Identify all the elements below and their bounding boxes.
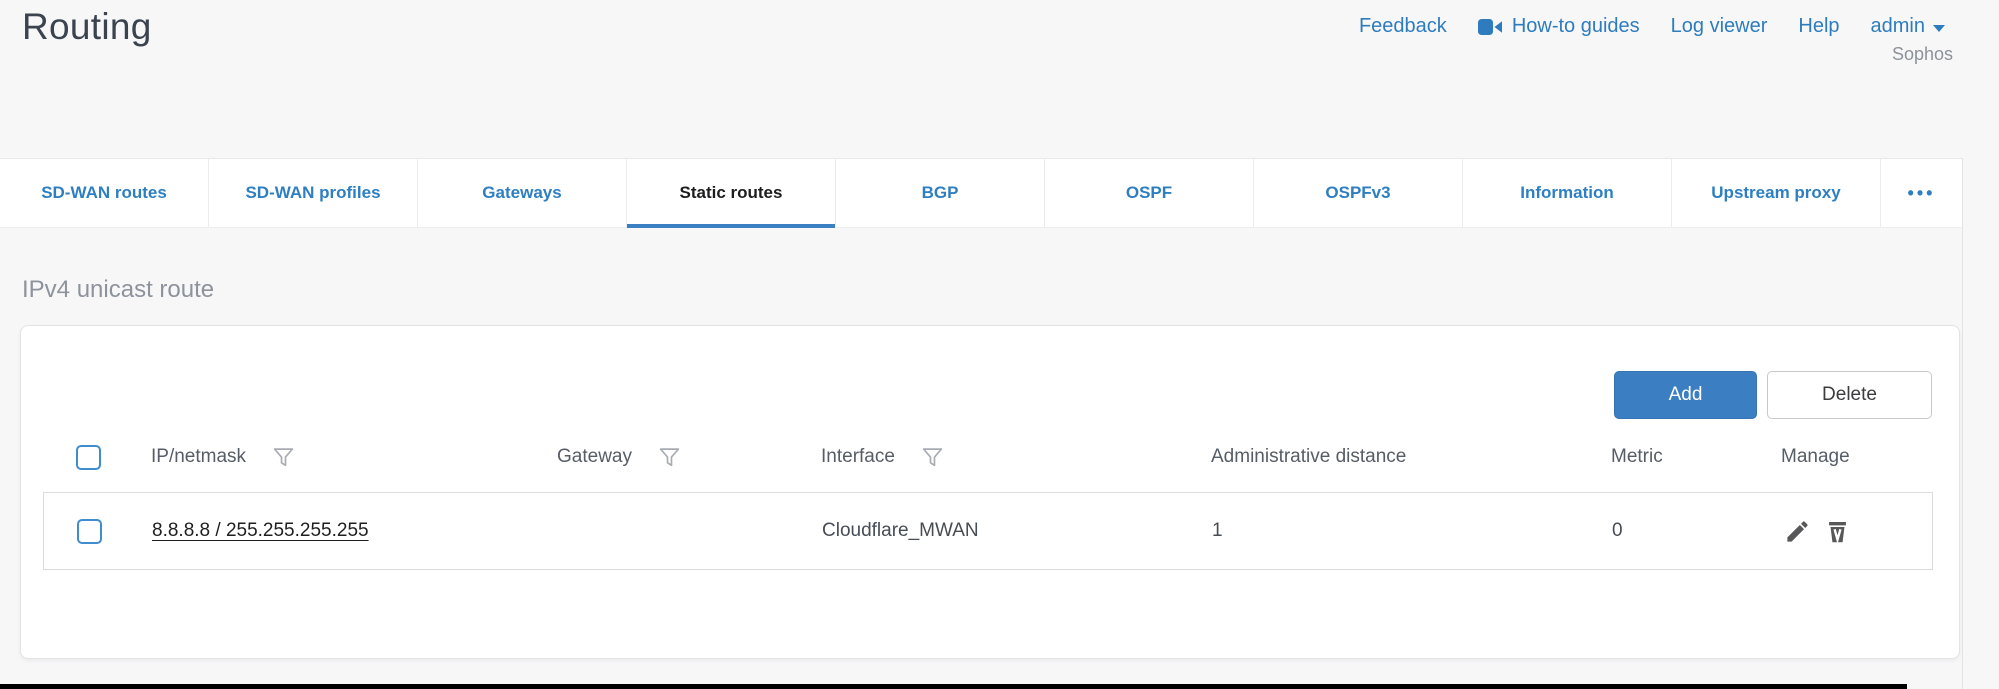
col-header-gateway: Gateway (537, 446, 801, 469)
tab-information[interactable]: Information (1463, 159, 1672, 227)
content-right-divider (1962, 158, 1963, 689)
more-tabs-button[interactable]: ••• (1881, 159, 1962, 227)
video-camera-icon (1478, 19, 1502, 35)
feedback-link[interactable]: Feedback (1359, 15, 1447, 38)
metric-cell: 0 (1592, 520, 1762, 542)
section-heading: IPv4 unicast route (22, 276, 214, 304)
row-checkbox[interactable] (77, 519, 102, 544)
tab-upstream-proxy[interactable]: Upstream proxy (1672, 159, 1881, 227)
tab-gateways[interactable]: Gateways (418, 159, 627, 227)
interface-cell: Cloudflare_MWAN (802, 520, 1192, 542)
filter-funnel-icon[interactable] (921, 446, 944, 469)
table-header-row: IP/netmask Gateway Interface (43, 432, 1933, 482)
tab-sdwan-routes[interactable]: SD-WAN routes (0, 159, 209, 227)
help-link[interactable]: Help (1798, 15, 1839, 38)
col-header-label: Gateway (557, 446, 632, 468)
col-header-administrative-distance: Administrative distance (1191, 446, 1591, 468)
col-header-label: Manage (1781, 446, 1850, 468)
select-all-cell (43, 445, 131, 470)
table-row: 8.8.8.8 / 255.255.255.255 Cloudflare_MWA… (43, 492, 1933, 570)
col-header-label: Metric (1611, 446, 1663, 468)
bottom-black-bar (0, 684, 1907, 689)
administrative-distance-cell: 1 (1192, 520, 1592, 542)
table-toolbar: Add Delete (1614, 371, 1932, 419)
col-header-ip-netmask: IP/netmask (131, 446, 537, 469)
col-header-metric: Metric (1591, 446, 1761, 468)
col-header-label: Interface (821, 446, 895, 468)
log-viewer-link[interactable]: Log viewer (1671, 15, 1768, 38)
admin-label: admin (1871, 15, 1925, 38)
tab-sdwan-profiles[interactable]: SD-WAN profiles (209, 159, 418, 227)
brand-label: Sophos (1892, 44, 1953, 65)
page-title: Routing (22, 6, 152, 48)
tab-ospfv3[interactable]: OSPFv3 (1254, 159, 1463, 227)
tab-static-routes[interactable]: Static routes (627, 159, 836, 227)
row-select-cell (44, 519, 132, 544)
col-header-label: IP/netmask (151, 446, 246, 468)
delete-button[interactable]: Delete (1767, 371, 1932, 419)
ipv4-unicast-route-card: Add Delete IP/netmask Gateway Interface (20, 325, 1960, 659)
ip-netmask-cell: 8.8.8.8 / 255.255.255.255 (132, 520, 538, 542)
tab-bar: SD-WAN routes SD-WAN profiles Gateways S… (0, 158, 1962, 228)
pencil-icon[interactable] (1784, 518, 1811, 545)
tab-bgp[interactable]: BGP (836, 159, 1045, 227)
howto-guides-link[interactable]: How-to guides (1478, 15, 1640, 38)
admin-menu[interactable]: admin (1871, 15, 1945, 38)
chevron-down-icon (1933, 25, 1945, 32)
col-header-interface: Interface (801, 446, 1191, 469)
col-header-manage: Manage (1761, 446, 1933, 468)
col-header-label: Administrative distance (1211, 446, 1406, 468)
select-all-checkbox[interactable] (76, 445, 101, 470)
manage-cell (1762, 518, 1932, 545)
add-button[interactable]: Add (1614, 371, 1757, 419)
ip-netmask-link[interactable]: 8.8.8.8 / 255.255.255.255 (152, 520, 369, 541)
top-nav: Feedback How-to guides Log viewer Help a… (1359, 15, 1945, 38)
howto-guides-label: How-to guides (1512, 15, 1640, 38)
filter-funnel-icon[interactable] (272, 446, 295, 469)
filter-funnel-icon[interactable] (658, 446, 681, 469)
tab-ospf[interactable]: OSPF (1045, 159, 1254, 227)
trash-icon[interactable] (1824, 518, 1851, 545)
